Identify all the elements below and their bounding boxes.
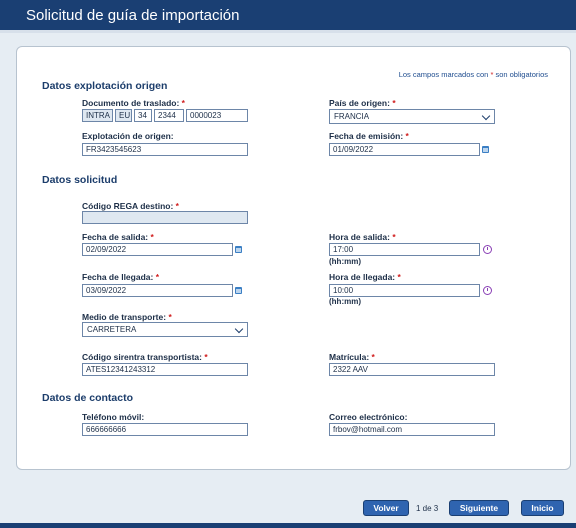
- label-explotacion-origen: Explotación de origen:: [82, 131, 174, 141]
- documento-tipo-field[interactable]: INTRA: [82, 109, 113, 122]
- correo-field[interactable]: frbov@hotmail.com: [329, 423, 495, 436]
- medio-transporte-value: CARRETERA: [87, 325, 137, 334]
- hora-llegada-hint: (hh:mm): [329, 297, 361, 306]
- fecha-salida-field[interactable]: 02/09/2022: [82, 243, 233, 256]
- hora-salida-hint: (hh:mm): [329, 257, 361, 266]
- chevron-down-icon: [234, 324, 244, 334]
- codigo-rega-field[interactable]: [82, 211, 248, 224]
- chevron-down-icon: [481, 111, 491, 121]
- required-note-asterisk: *: [490, 70, 494, 79]
- explotacion-origen-field[interactable]: FR3423545623: [82, 143, 248, 156]
- documento-codigo-field[interactable]: 2344: [154, 109, 184, 122]
- codigo-sirentra-field[interactable]: ATES12341243312: [82, 363, 248, 376]
- calendar-icon[interactable]: [235, 246, 242, 253]
- clock-icon[interactable]: [483, 286, 492, 295]
- documento-pais-field[interactable]: 34: [134, 109, 152, 122]
- required-note-text: Los campos marcados con: [398, 70, 489, 79]
- calendar-icon[interactable]: [482, 146, 489, 153]
- documento-ambito-field[interactable]: EU: [115, 109, 132, 122]
- hora-llegada-field[interactable]: 10:00: [329, 284, 480, 297]
- label-matricula: Matrícula: *: [329, 352, 375, 362]
- section-title-contacto: Datos de contacto: [42, 392, 134, 404]
- back-button[interactable]: Volver: [363, 500, 409, 516]
- documento-numero-field[interactable]: 0000023: [186, 109, 248, 122]
- label-fecha-llegada: Fecha de llegada: *: [82, 272, 160, 282]
- clock-icon[interactable]: [483, 245, 492, 254]
- fecha-emision-field[interactable]: 01/09/2022: [329, 143, 480, 156]
- label-telefono: Teléfono móvil:: [82, 412, 145, 422]
- matricula-field[interactable]: 2322 AAV: [329, 363, 495, 376]
- label-codigo-sirentra: Código sirentra transportista: *: [82, 352, 208, 362]
- telefono-field[interactable]: 666666666: [82, 423, 248, 436]
- section-title-origen: Datos explotación origen: [42, 80, 168, 92]
- label-hora-llegada: Hora de llegada: *: [329, 272, 401, 282]
- label-codigo-rega: Código REGA destino: *: [82, 201, 179, 211]
- page-indicator: 1 de 3: [416, 504, 439, 513]
- label-medio-transporte: Medio de transporte: *: [82, 312, 172, 322]
- section-title-solicitud: Datos solicitud: [42, 174, 118, 186]
- pais-origen-select[interactable]: FRANCIA: [329, 109, 495, 124]
- label-hora-salida: Hora de salida: *: [329, 232, 396, 242]
- required-fields-note: Los campos marcados con * son obligatori…: [399, 70, 548, 79]
- label-fecha-salida: Fecha de salida: *: [82, 232, 154, 242]
- label-correo: Correo electrónico:: [329, 412, 408, 422]
- label-pais-origen: País de origen: *: [329, 98, 396, 108]
- bottom-bar: [0, 523, 576, 528]
- fecha-llegada-field[interactable]: 03/09/2022: [82, 284, 233, 297]
- home-button[interactable]: Inicio: [521, 500, 564, 516]
- label-fecha-emision: Fecha de emisión: *: [329, 131, 409, 141]
- page-title: Solicitud de guía de importación: [0, 0, 576, 33]
- required-note-suffix: son obligatorios: [495, 70, 548, 79]
- hora-salida-field[interactable]: 17:00: [329, 243, 480, 256]
- medio-transporte-select[interactable]: CARRETERA: [82, 322, 248, 337]
- label-documento-traslado: Documento de traslado: *: [82, 98, 185, 108]
- next-button[interactable]: Siguiente: [449, 500, 509, 516]
- calendar-icon[interactable]: [235, 287, 242, 294]
- pais-origen-value: FRANCIA: [334, 112, 370, 121]
